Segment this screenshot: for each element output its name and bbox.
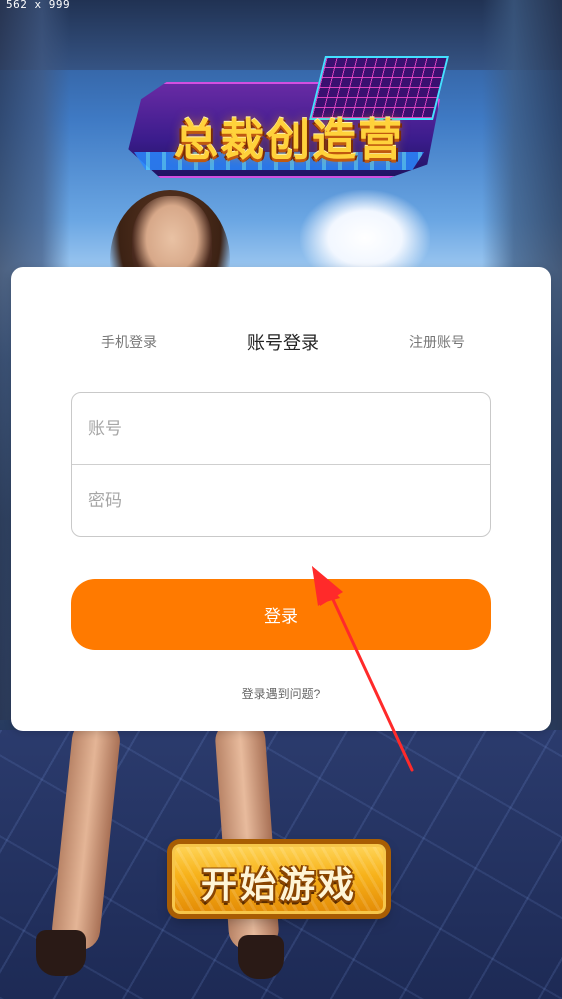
character-shoe-right: [238, 935, 284, 979]
game-logo: 总裁创造营: [122, 46, 449, 186]
character-shoe-left: [36, 930, 86, 976]
tab-register-account[interactable]: 注册账号: [409, 332, 465, 352]
password-input[interactable]: [72, 465, 490, 536]
credentials-group: [71, 392, 491, 537]
login-card: 手机登录 账号登录 注册账号 登录 登录遇到问题?: [11, 267, 551, 731]
screen-size-label: 562 x 999: [6, 0, 71, 11]
start-game-label: 开始游戏: [200, 865, 357, 906]
login-help-link[interactable]: 登录遇到问题?: [11, 685, 551, 702]
start-game-button[interactable]: 开始游戏: [172, 844, 386, 914]
logo-title: 总裁创造营: [174, 115, 404, 166]
login-button[interactable]: 登录: [71, 579, 491, 650]
tab-phone-login[interactable]: 手机登录: [101, 332, 157, 352]
tab-account-login[interactable]: 账号登录: [247, 329, 319, 355]
account-input[interactable]: [72, 393, 490, 464]
background-cloud: [300, 190, 430, 270]
